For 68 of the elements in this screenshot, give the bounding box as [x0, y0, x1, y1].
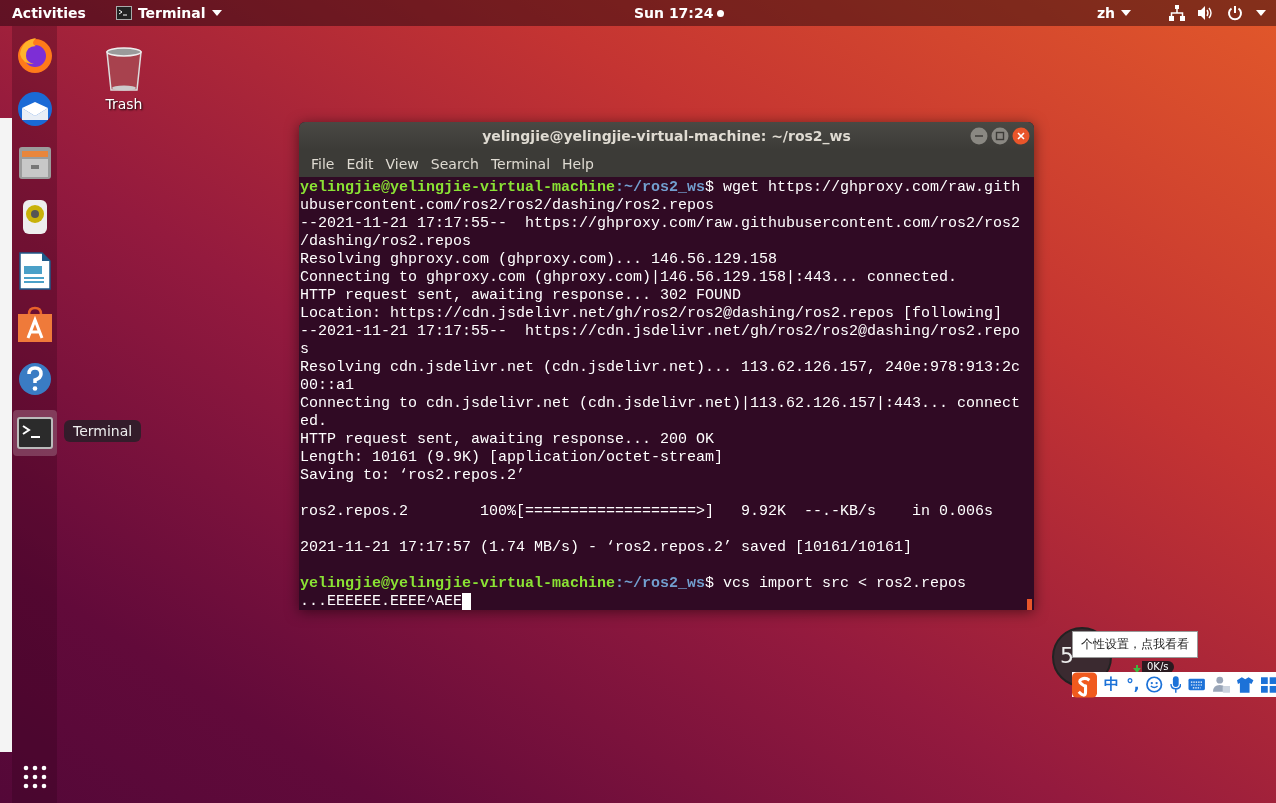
- caret-icon: [1121, 10, 1131, 16]
- logo-icon[interactable]: [1072, 671, 1098, 698]
- output-line: Connecting to ghproxy.com (ghproxy.com)|146.56.129.158|:443... connected.: [300, 269, 958, 287]
- meter-value: 5: [1060, 643, 1074, 668]
- icon-label[interactable]: Trash: [105, 96, 143, 112]
- volume-icon[interactable]: [1198, 6, 1214, 20]
- output-line: ubusercontent.com/ros2/ros2/dashing/ros2.repos: [300, 197, 715, 215]
- output-line: Connecting to cdn.jsdelivr.net (cdn.jsdelivr.net)|113.62.126.157|:443... connect: [300, 395, 1021, 413]
- output-line: Resolving cdn.jsdelivr.net (cdn.jsdelivr.net)... 113.62.126.157, 240e:978:913:2c: [300, 359, 1021, 377]
- network-icon[interactable]: [1169, 5, 1185, 21]
- output-line: HTTP request sent, awaiting response... 302 FOUND: [300, 287, 742, 305]
- output-line: HTTP request sent, awaiting response... 200 OK: [300, 431, 715, 449]
- file-cabinet-icon: [16, 145, 53, 181]
- output-line: 2021-11-21 17:17:57 (1.74 MB/s) - ‘ros2.repos.2’ saved [10161/10161]: [300, 539, 913, 557]
- clock[interactable]: Sun 17:24: [634, 5, 714, 21]
- output-line: ros2.repos.2 100%[===================>] 9.92K --.-KB/s in 0.006s: [300, 503, 994, 521]
- grid-icon[interactable]: [1260, 676, 1276, 693]
- minimize-button[interactable]: [970, 127, 988, 145]
- dock-item[interactable]: [12, 410, 57, 456]
- mail-bird-icon: [15, 90, 54, 128]
- output-line: ed.: [300, 413, 327, 431]
- prompt-line: yelingjie@yelingjie-virtual-machine:~/ros2_ws$ vcs import src < ros2.repos: [300, 575, 967, 593]
- menu-item[interactable]: File: [305, 155, 341, 172]
- microphone-icon[interactable]: [1169, 676, 1182, 693]
- input-method-menu[interactable]: zh: [1096, 5, 1131, 21]
- caret-icon: [211, 10, 222, 16]
- terminal-icon: [115, 6, 132, 20]
- output-line: --2021-11-21 17:17:55-- https://ghproxy.com/raw.githubusercontent.com/ros2/ros2: [300, 215, 1021, 233]
- smiley-icon[interactable]: [1146, 676, 1163, 693]
- prompt-line: yelingjie@yelingjie-virtual-machine:~/ros2_ws$ wget https://ghproxy.com/raw.gith: [300, 179, 1021, 197]
- power-icon[interactable]: [1227, 5, 1243, 21]
- tooltip: 个性设置，点我看看: [1072, 631, 1198, 658]
- output-line: Saving to: ‘ros2.repos.2’: [300, 467, 526, 485]
- chinese-mode-toggle[interactable]: 中: [1104, 675, 1120, 694]
- shopping-bag-icon: [16, 306, 53, 344]
- output-line: Length: 10161 (9.9K) [application/octet-stream]: [300, 449, 724, 467]
- notification-dot-icon: [717, 9, 725, 17]
- fox-globe-icon: [15, 36, 54, 74]
- menu-item[interactable]: Help: [556, 155, 600, 172]
- output-line: --2021-11-21 17:17:55-- https://cdn.jsdelivr.net/gh/ros2/ros2@dashing/ros2.repo: [300, 323, 1021, 341]
- activities-button[interactable]: Activities: [12, 5, 86, 21]
- document-icon: [18, 252, 51, 290]
- help-icon: [17, 362, 52, 396]
- terminal-icon: [16, 417, 53, 449]
- output-line: Resolving ghproxy.com (ghproxy.com)... 146.56.129.158: [300, 251, 778, 269]
- close-button[interactable]: [1012, 127, 1030, 145]
- network-speed: 0K/s: [1142, 661, 1174, 673]
- keyboard-icon[interactable]: [1188, 678, 1206, 691]
- menu-item[interactable]: View: [379, 155, 425, 172]
- menu-item[interactable]: Search: [424, 155, 485, 172]
- app-menu[interactable]: Terminal: [115, 5, 222, 21]
- window-title: yelingjie@yelingjie-virtual-machine: ~/ros2_ws: [482, 128, 851, 144]
- caret-icon[interactable]: [1256, 10, 1266, 16]
- menu-item[interactable]: Edit: [340, 155, 380, 172]
- output-line: Location: https://cdn.jsdelivr.net/gh/ros2/ros2@dashing/ros2.repos [following]: [300, 305, 1003, 323]
- show-apps-icon[interactable]: [22, 765, 47, 789]
- trash-bin-icon[interactable]: [104, 46, 144, 92]
- punctuation-toggle[interactable]: °,: [1126, 675, 1140, 694]
- download-arrow-icon: [1133, 665, 1141, 673]
- tooltip: Terminal: [64, 420, 142, 442]
- shirt-icon[interactable]: [1237, 676, 1254, 693]
- text-cursor: [462, 593, 472, 610]
- output-line: s: [300, 341, 309, 359]
- output-line: /dashing/ros2.repos: [300, 233, 472, 251]
- output-line: ...EEEEEE.EEEE^AEE: [300, 593, 463, 610]
- menu-item[interactable]: Terminal: [484, 155, 557, 172]
- scroll-indicator: [1027, 599, 1032, 610]
- output-line: 00::a1: [300, 377, 354, 395]
